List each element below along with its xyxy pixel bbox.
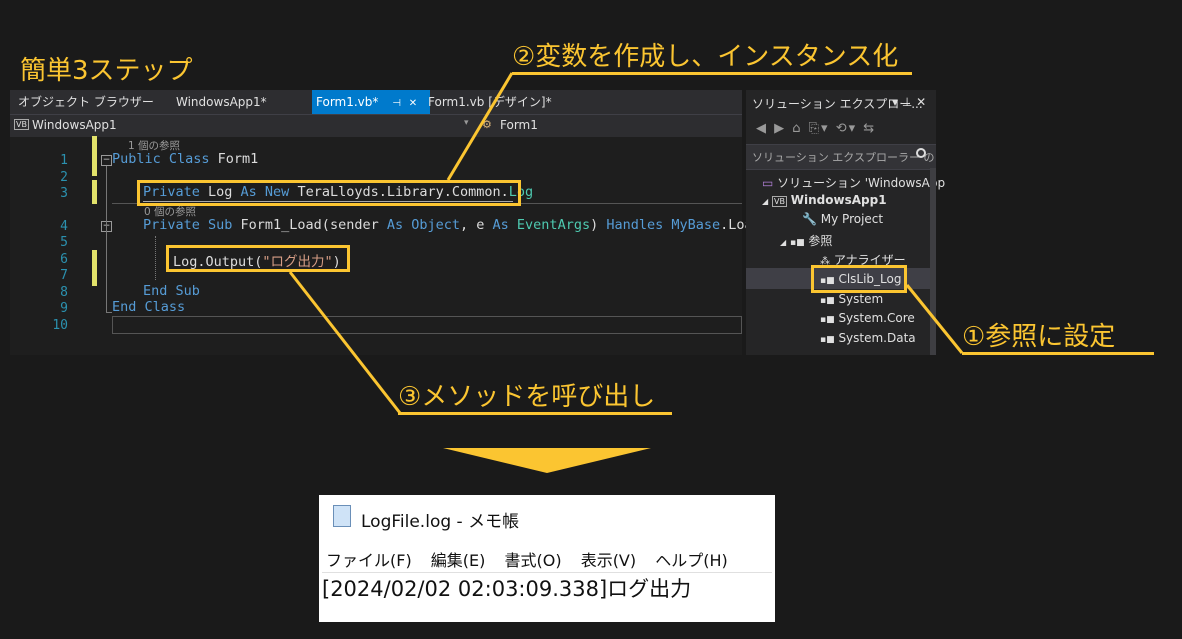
menu-edit[interactable]: 編集(E) xyxy=(431,551,486,570)
notepad-content[interactable]: [2024/02/02 02:03:09.338]ログ出力 xyxy=(322,573,691,603)
menu-help[interactable]: ヘルプ(H) xyxy=(655,551,728,570)
menu-view[interactable]: 表示(V) xyxy=(581,551,636,570)
menu-format[interactable]: 書式(O) xyxy=(505,551,562,570)
menu-file[interactable]: ファイル(F) xyxy=(326,551,412,570)
step3-connector xyxy=(288,271,402,414)
down-arrow-icon xyxy=(443,448,651,473)
step1-connector xyxy=(905,284,964,354)
notepad-title: LogFile.log - メモ帳 xyxy=(361,512,520,532)
notepad-menu-bar: ファイル(F) 編集(E) 書式(O) 表示(V) ヘルプ(H) xyxy=(326,547,728,571)
step2-connector xyxy=(446,72,514,181)
notepad-icon xyxy=(333,505,351,527)
